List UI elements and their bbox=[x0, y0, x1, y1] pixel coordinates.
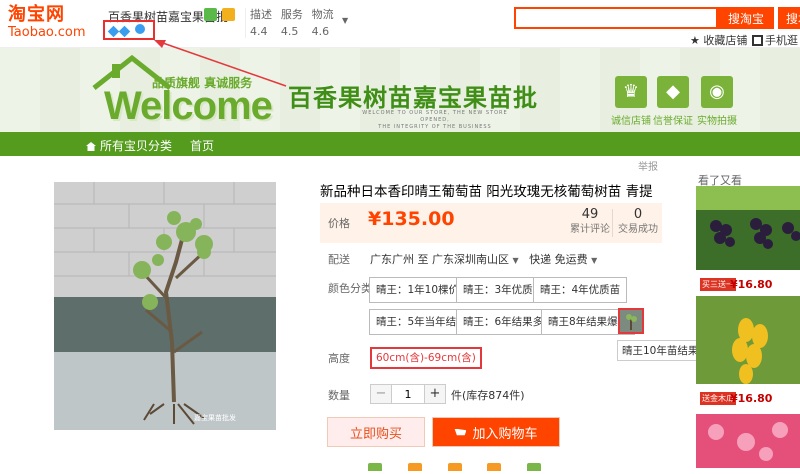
divider bbox=[612, 209, 613, 237]
tmall-badge-icon bbox=[204, 8, 217, 21]
banner-english-line: WELCOME TO OUR STORE, THE NEW STORE OPEN… bbox=[362, 110, 508, 123]
search-input[interactable] bbox=[516, 9, 716, 27]
price-panel: 价格 ¥135.00 49 累计评论 0 交易成功 bbox=[320, 203, 662, 243]
search-box bbox=[514, 7, 718, 29]
rating-number: 4.4 bbox=[250, 25, 268, 38]
qr-label: 手机逛 bbox=[765, 34, 798, 47]
quantity-decrease-button[interactable]: − bbox=[370, 384, 392, 404]
product-main-image[interactable]: 嘉宝果苗批发 bbox=[54, 182, 276, 430]
search-shop-button[interactable]: 搜本 bbox=[778, 7, 800, 29]
reviews-stat[interactable]: 49 累计评论 bbox=[568, 207, 612, 237]
search-taobao-button[interactable]: 搜淘宝 bbox=[718, 7, 774, 29]
logo-sub-text: Taobao.com bbox=[8, 25, 86, 40]
sales-count: 0 bbox=[633, 207, 643, 222]
ship-to: 广东深圳南山区 bbox=[432, 253, 509, 266]
grapes-photo bbox=[696, 186, 800, 292]
top-bar: 淘宝网 Taobao.com 百香果树苗嘉宝果苗批 描述 4.4 ✦ 服务 4.… bbox=[0, 0, 800, 57]
nav-home[interactable]: 首页 bbox=[190, 137, 214, 154]
buy-now-button[interactable]: 立即购买 bbox=[327, 417, 425, 447]
ship-from: 广东广州 bbox=[370, 253, 414, 266]
quantity-input[interactable] bbox=[391, 384, 425, 404]
rating-label: 描述 bbox=[250, 8, 272, 21]
quantity-label: 数量 bbox=[328, 389, 350, 402]
service-icon bbox=[447, 463, 462, 471]
price-value: ¥135.00 bbox=[368, 208, 455, 230]
banner-english-text: WELCOME TO OUR STORE, THE NEW STORE OPEN… bbox=[350, 110, 520, 131]
gold-seller-icon bbox=[222, 8, 235, 21]
favorite-shop-label: 收藏店铺 bbox=[703, 34, 748, 47]
recommend-item[interactable] bbox=[696, 414, 800, 468]
rating-number: 4.6 bbox=[311, 25, 330, 38]
service-icon bbox=[527, 463, 542, 471]
diamond-icon: ◆ bbox=[657, 76, 689, 108]
chevron-down-icon: ▼ bbox=[591, 256, 598, 265]
service-icons-row bbox=[368, 460, 563, 474]
service-icon bbox=[368, 463, 382, 471]
flowers-photo bbox=[696, 414, 800, 468]
trophy-icon: ♛ bbox=[615, 76, 647, 108]
ship-to-select[interactable]: 广东深圳南山区 ▼ bbox=[432, 253, 519, 266]
banner-shop-title: 百香果树苗嘉宝果苗批 bbox=[288, 84, 538, 112]
grape-seedling-photo: 嘉宝果苗批发 bbox=[54, 182, 276, 430]
banner-english-line: THE INTEGRITY OF THE BUSINESS bbox=[378, 124, 492, 130]
rating-number: 4.5 bbox=[280, 25, 299, 38]
height-option-selected[interactable]: 60cm(含)-69cm(含) bbox=[370, 347, 482, 369]
sku-image-option[interactable] bbox=[618, 308, 644, 334]
chevron-down-icon[interactable]: ▼ bbox=[342, 16, 348, 25]
shop-nav-bar: 所有宝贝分类 首页 bbox=[0, 132, 800, 156]
nav-all-categories-label: 所有宝贝分类 bbox=[100, 139, 173, 153]
jackfruit-photo bbox=[696, 296, 800, 406]
home-icon bbox=[86, 142, 96, 151]
banner-icon-label: 信誉保证 bbox=[653, 116, 693, 127]
mobile-qr-link[interactable]: 手机逛 bbox=[752, 32, 798, 48]
shipping-info: 广东广州 至 广东深圳南山区 ▼ 快递 免运费 ▼ bbox=[370, 251, 597, 267]
camera-icon: ◉ bbox=[701, 76, 733, 108]
sku-option[interactable]: 晴王：4年优质苗 bbox=[533, 277, 628, 303]
taobao-logo[interactable]: 淘宝网 Taobao.com bbox=[8, 5, 88, 43]
chevron-down-icon: ▼ bbox=[512, 256, 519, 265]
banner-welcome: Welcome bbox=[104, 84, 273, 128]
service-icon bbox=[407, 463, 422, 471]
add-to-cart-button[interactable]: 加入购物车 bbox=[432, 417, 560, 447]
divider bbox=[245, 8, 246, 38]
ship-method-select[interactable]: 快递 免运费 ▼ bbox=[529, 253, 597, 266]
height-label: 高度 bbox=[328, 352, 350, 365]
recommend-price: ¥16.80 bbox=[730, 278, 773, 291]
seller-credit-box[interactable] bbox=[103, 20, 155, 40]
star-icon: ★ bbox=[690, 34, 700, 47]
quantity-increase-button[interactable]: + bbox=[424, 384, 446, 404]
banner-icon-label: 诚信店铺 bbox=[611, 116, 651, 127]
rating-label: 服务 bbox=[280, 8, 303, 21]
sales-label: 交易成功 bbox=[618, 224, 658, 235]
sales-stat: 0 交易成功 bbox=[616, 207, 660, 237]
diamond-icon bbox=[118, 25, 131, 38]
reviews-label: 累计评论 bbox=[570, 224, 610, 235]
reviews-count: 49 bbox=[581, 207, 599, 222]
seedling-thumbnail-icon bbox=[620, 310, 642, 332]
recommend-price: ¥16.80 bbox=[730, 392, 773, 405]
logo-main-text: 淘宝网 bbox=[8, 4, 65, 25]
cart-icon bbox=[454, 428, 467, 436]
recommend-item[interactable] bbox=[696, 296, 800, 406]
ship-to-word: 至 bbox=[417, 253, 429, 266]
nav-all-categories[interactable]: 所有宝贝分类 bbox=[86, 137, 172, 154]
price-label: 价格 bbox=[328, 217, 350, 230]
color-label: 颜色分类 bbox=[328, 282, 372, 295]
favorite-shop-link[interactable]: ★ 收藏店铺 bbox=[690, 32, 747, 48]
banner-icon-label: 实物拍摄 bbox=[697, 116, 737, 127]
diamond-icon bbox=[107, 25, 120, 38]
report-link[interactable]: 举报 bbox=[638, 158, 658, 173]
stock-info: 件(库存874件) bbox=[451, 389, 525, 402]
service-icon bbox=[487, 463, 502, 471]
shop-banner[interactable]: 品质旗舰 真诚服务 Welcome 百香果树苗嘉宝果苗批 WELCOME TO … bbox=[0, 48, 800, 132]
qr-code-icon bbox=[752, 35, 763, 46]
add-to-cart-label: 加入购物车 bbox=[472, 426, 538, 442]
rating-label: 物流 bbox=[311, 8, 334, 21]
ship-method: 快递 免运费 bbox=[529, 253, 588, 266]
image-watermark: 嘉宝果苗批发 bbox=[194, 413, 236, 422]
clock-badge-icon bbox=[135, 24, 145, 34]
recommend-item[interactable] bbox=[696, 186, 800, 292]
shipping-label: 配送 bbox=[328, 253, 350, 266]
